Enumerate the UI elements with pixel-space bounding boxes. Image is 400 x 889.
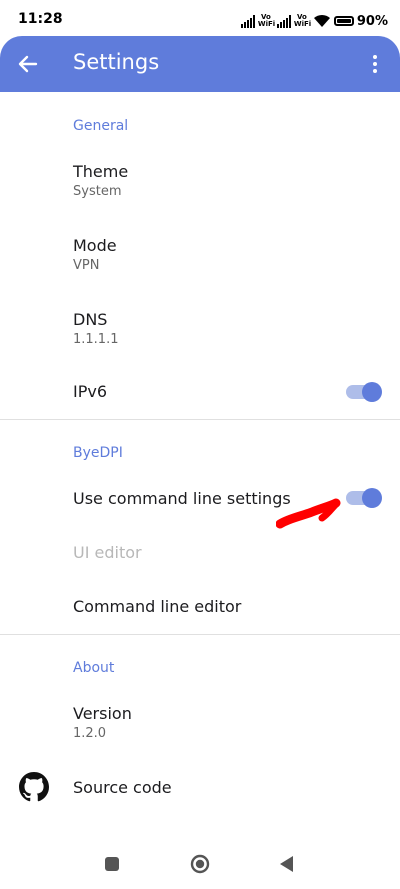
vowifi-label: Vo WiFi	[293, 13, 312, 28]
pref-mode[interactable]: Mode VPN	[0, 224, 400, 290]
status-time: 11:28	[18, 11, 63, 27]
page-title: Settings	[73, 50, 160, 74]
pref-summary: 1.2.0	[73, 726, 107, 741]
divider	[0, 634, 400, 635]
recents-button[interactable]	[105, 857, 119, 871]
more-vert-icon	[373, 55, 377, 59]
pref-title: Source code	[73, 778, 172, 797]
more-options-button[interactable]	[362, 48, 388, 80]
pref-title: Version	[73, 704, 132, 723]
section-header-general: General	[73, 118, 129, 134]
vowifi-label: Vo WiFi	[257, 13, 276, 28]
pref-version[interactable]: Version 1.2.0	[0, 692, 400, 756]
pref-theme[interactable]: Theme System	[0, 150, 400, 216]
status-bar: 11:28 Vo WiFi Vo WiFi 90%	[0, 0, 400, 40]
status-icons: Vo WiFi Vo WiFi 90%	[240, 10, 388, 32]
pref-title: Use command line settings	[73, 489, 291, 508]
signal-icon	[240, 14, 255, 28]
section-header-about: About	[73, 660, 115, 676]
back-button[interactable]	[10, 46, 46, 82]
pref-summary: System	[73, 184, 122, 199]
pref-title: UI editor	[73, 543, 142, 562]
battery-text: 90%	[356, 13, 388, 29]
red-annotation-mark	[276, 498, 341, 529]
pref-dns[interactable]: DNS 1.1.1.1	[0, 298, 400, 364]
arrow-back-icon	[18, 55, 38, 73]
pref-source-code[interactable]: Source code	[0, 764, 400, 810]
pref-title: Command line editor	[73, 597, 242, 616]
pref-title: DNS	[73, 310, 108, 329]
system-nav-bar	[0, 840, 400, 889]
pref-summary: 1.1.1.1	[73, 332, 119, 347]
back-nav-button[interactable]	[278, 855, 294, 873]
pref-ipv6[interactable]: IPv6	[0, 370, 400, 416]
wifi-icon	[313, 14, 330, 27]
section-header-byedpi: ByeDPI	[73, 445, 123, 461]
divider	[0, 419, 400, 420]
battery-indicator: 90%	[333, 13, 388, 29]
pref-title: Theme	[73, 162, 129, 181]
signal-icon	[276, 14, 291, 28]
app-bar: Settings	[0, 36, 400, 92]
home-button[interactable]	[190, 854, 210, 874]
use-command-line-switch[interactable]	[346, 488, 382, 508]
battery-icon	[333, 16, 354, 26]
pref-title: IPv6	[73, 382, 108, 401]
pref-summary: VPN	[73, 258, 100, 273]
pref-command-line-editor[interactable]: Command line editor	[0, 586, 400, 630]
pref-title: Mode	[73, 236, 117, 255]
github-icon	[19, 772, 49, 802]
pref-ui-editor: UI editor	[0, 532, 400, 576]
ipv6-switch[interactable]	[346, 382, 382, 402]
